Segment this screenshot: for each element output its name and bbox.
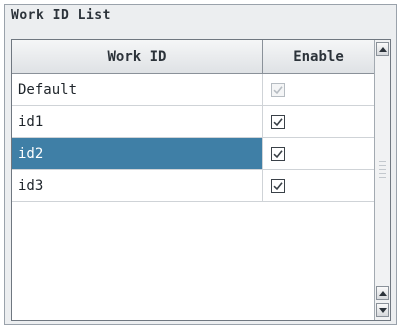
checkbox-checked-icon[interactable] (271, 178, 285, 193)
scrollbar-grip[interactable] (379, 158, 386, 188)
column-header-enable[interactable]: Enable (263, 40, 374, 73)
scroll-up-button[interactable] (376, 286, 389, 300)
table-row[interactable]: id2 (12, 138, 374, 170)
work-id-cell[interactable]: id2 (12, 138, 263, 169)
arrow-up-icon (378, 290, 387, 296)
checkbox-checked-icon[interactable] (271, 146, 285, 161)
table-header: Work ID Enable (12, 40, 374, 74)
work-id-cell[interactable]: id3 (12, 170, 263, 201)
arrow-down-icon (378, 307, 387, 313)
table-body: Default id1 id2 id3 (12, 74, 374, 202)
scroll-down-button[interactable] (376, 303, 389, 317)
arrow-up-icon (378, 46, 387, 52)
column-header-work-id[interactable]: Work ID (12, 40, 263, 73)
table-row[interactable]: Default (12, 74, 374, 106)
work-id-cell[interactable]: Default (12, 74, 263, 105)
enable-cell (263, 170, 374, 201)
group-title: Work ID List (11, 8, 111, 23)
work-id-cell[interactable]: id1 (12, 106, 263, 137)
table-row[interactable]: id3 (12, 170, 374, 202)
scroll-up-button[interactable] (376, 42, 389, 56)
checkbox-checked-icon[interactable] (271, 114, 285, 129)
work-id-table: Work ID Enable Default id1 id2 id3 (11, 39, 391, 321)
work-id-list-group: Work ID List Work ID Enable Default id1 (4, 4, 397, 325)
enable-cell (263, 74, 374, 105)
table-row[interactable]: id1 (12, 106, 374, 138)
checkbox-checked-icon[interactable] (271, 82, 285, 97)
vertical-scrollbar[interactable] (374, 40, 390, 320)
enable-cell (263, 106, 374, 137)
enable-cell (263, 138, 374, 169)
